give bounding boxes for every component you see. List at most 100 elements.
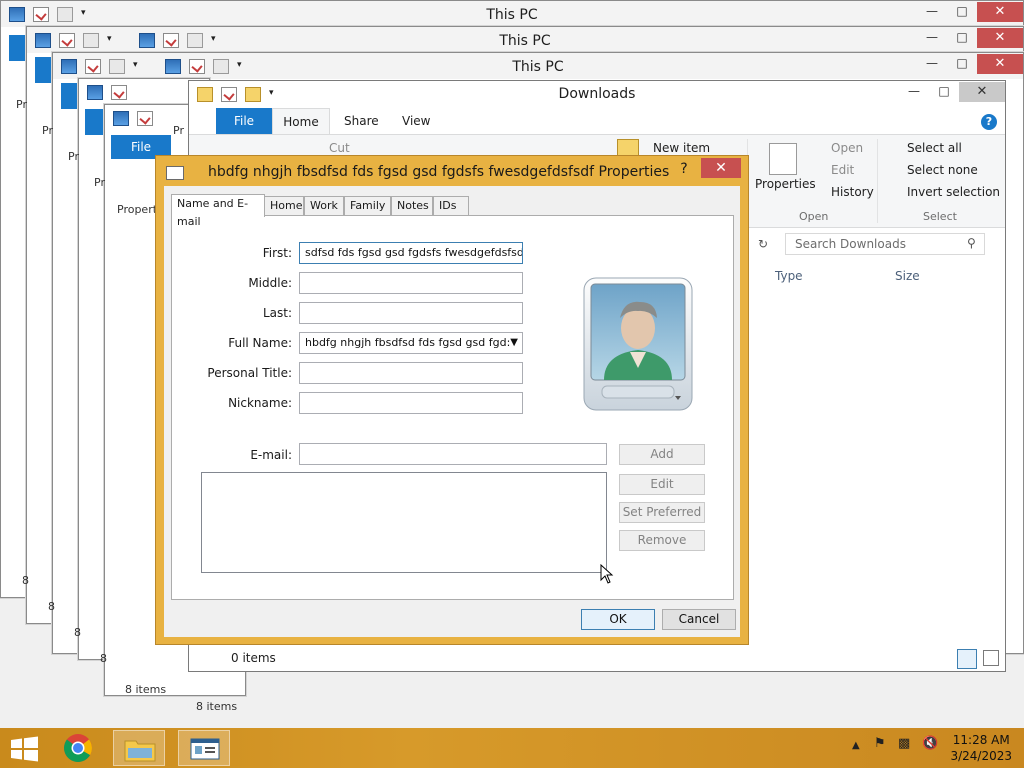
full-name-combobox[interactable]: hbdfg nhgjh fbsdfsd fds fgsd gsd fgd: ▼ bbox=[299, 332, 523, 354]
email-label: E-mail: bbox=[250, 448, 292, 462]
contact-picture-button[interactable] bbox=[582, 276, 694, 412]
close-button[interactable]: ✕ bbox=[977, 2, 1023, 22]
minimize-button[interactable]: — bbox=[917, 53, 947, 73]
name-and-email-panel: First: sdfsd fds fgsd gsd fgdsfs fwesdge… bbox=[171, 215, 734, 600]
quick-access-toolbar bbox=[87, 85, 135, 100]
new-item-button[interactable]: New item bbox=[653, 141, 710, 155]
middle-label: Middle: bbox=[248, 276, 292, 290]
nickname-field[interactable] bbox=[299, 392, 523, 414]
large-icons-view-icon[interactable] bbox=[983, 650, 999, 666]
chevron-down-icon[interactable]: ▼ bbox=[510, 333, 518, 353]
status-items-count: 8 items bbox=[196, 700, 238, 713]
history-button[interactable]: History bbox=[831, 185, 874, 199]
action-center-flag-icon[interactable]: ⚑ bbox=[874, 736, 886, 751]
tab-family[interactable]: Family bbox=[344, 196, 391, 215]
tab-ids[interactable]: IDs bbox=[433, 196, 469, 215]
contact-card-icon bbox=[190, 738, 220, 760]
quick-access-toolbar bbox=[113, 111, 161, 126]
group-label-open: Open bbox=[799, 210, 829, 223]
nickname-label: Nickname: bbox=[228, 396, 292, 410]
close-button[interactable]: ✕ bbox=[701, 158, 741, 178]
taskbar-file-explorer[interactable] bbox=[113, 730, 165, 766]
middle-name-field[interactable] bbox=[299, 272, 523, 294]
status-fragment: 8 bbox=[100, 652, 107, 665]
window-controls: — □ ✕ bbox=[917, 53, 1023, 75]
full-name-label: Full Name: bbox=[228, 336, 292, 350]
ok-button[interactable]: OK bbox=[581, 609, 655, 630]
taskbar-chrome[interactable] bbox=[52, 730, 104, 766]
maximize-button[interactable]: □ bbox=[947, 53, 977, 73]
help-icon[interactable]: ? bbox=[981, 114, 997, 130]
ribbon-tabs: File Home Share View ? bbox=[216, 106, 1005, 136]
edit-button[interactable]: Edit bbox=[619, 474, 705, 495]
window-title: This PC bbox=[512, 59, 564, 75]
taskbar-contacts[interactable] bbox=[178, 730, 230, 766]
network-icon[interactable]: ▩ bbox=[898, 736, 910, 751]
volume-muted-icon[interactable]: 🔇 bbox=[922, 736, 938, 751]
tab-view[interactable]: View bbox=[402, 114, 430, 128]
titlebar: ▾ ▾ This PC — □ ✕ bbox=[27, 27, 1023, 53]
status-fragment: 8 bbox=[74, 626, 81, 639]
show-hidden-icons-button[interactable]: ▲ bbox=[852, 740, 860, 751]
details-view-icon[interactable] bbox=[957, 649, 977, 669]
email-list[interactable] bbox=[201, 472, 607, 573]
first-label: First: bbox=[262, 246, 292, 260]
column-header-type[interactable]: Type bbox=[775, 269, 803, 283]
tab-home[interactable]: Home bbox=[264, 196, 304, 215]
minimize-button[interactable]: — bbox=[899, 81, 929, 101]
clock[interactable]: 11:28 AM 3/24/2023 bbox=[950, 732, 1012, 764]
tab-home[interactable]: Home bbox=[272, 108, 330, 136]
this-pc-icon bbox=[87, 85, 103, 100]
clock-time: 11:28 AM bbox=[952, 733, 1010, 747]
group-label-select: Select bbox=[923, 210, 957, 223]
maximize-button[interactable]: □ bbox=[929, 81, 959, 101]
edit-button[interactable]: Edit bbox=[831, 163, 854, 177]
select-all-button[interactable]: Select all bbox=[907, 141, 962, 155]
search-input[interactable]: Search Downloads bbox=[785, 233, 985, 255]
window-controls: — □ ✕ bbox=[899, 81, 1005, 103]
ribbon-label-fragment: Pr bbox=[94, 176, 105, 189]
personal-title-field[interactable] bbox=[299, 362, 523, 384]
cancel-button[interactable]: Cancel bbox=[662, 609, 736, 630]
tab-work[interactable]: Work bbox=[304, 196, 344, 215]
select-none-button[interactable]: Select none bbox=[907, 163, 978, 177]
help-button[interactable]: ? bbox=[670, 159, 698, 179]
this-pc-icon bbox=[113, 111, 129, 126]
cut-button[interactable]: Cut bbox=[329, 141, 350, 155]
invert-selection-button[interactable]: Invert selection bbox=[907, 185, 1000, 199]
minimize-button[interactable]: — bbox=[917, 27, 947, 47]
close-button[interactable]: ✕ bbox=[977, 54, 1023, 74]
ribbon-label-fragment: Pr bbox=[68, 150, 79, 163]
properties-icon[interactable] bbox=[111, 85, 127, 100]
add-button[interactable]: Add bbox=[619, 444, 705, 465]
properties-button[interactable]: Properties bbox=[755, 177, 816, 191]
last-name-field[interactable] bbox=[299, 302, 523, 324]
refresh-icon[interactable]: ↻ bbox=[751, 233, 775, 255]
close-button[interactable]: ✕ bbox=[977, 28, 1023, 48]
tab-notes[interactable]: Notes bbox=[391, 196, 433, 215]
close-button[interactable]: ✕ bbox=[959, 82, 1005, 102]
start-button[interactable] bbox=[0, 730, 48, 766]
ribbon-label-fragment: Pr bbox=[42, 124, 53, 137]
tab-name-and-email[interactable]: Name and E-mail bbox=[171, 194, 265, 228]
ribbon-label-fragment: Propert bbox=[117, 203, 158, 216]
status-items-count: 8 items bbox=[125, 683, 167, 696]
remove-button[interactable]: Remove bbox=[619, 530, 705, 551]
status-items-count: 0 items bbox=[231, 651, 276, 665]
tab-share[interactable]: Share bbox=[344, 114, 379, 128]
maximize-button[interactable]: □ bbox=[947, 1, 977, 21]
email-field[interactable] bbox=[299, 443, 607, 465]
window-title: This PC bbox=[486, 7, 538, 23]
tab-file[interactable]: File bbox=[216, 108, 272, 134]
search-icon[interactable]: ⚲ bbox=[967, 236, 976, 250]
maximize-button[interactable]: □ bbox=[947, 27, 977, 47]
file-explorer-icon bbox=[124, 740, 156, 762]
open-button[interactable]: Open bbox=[831, 141, 863, 155]
minimize-button[interactable]: — bbox=[917, 1, 947, 21]
first-name-field[interactable]: sdfsd fds fgsd gsd fgdsfs fwesdgefdsfsdf bbox=[299, 242, 523, 264]
status-fragment: 8 bbox=[48, 600, 55, 613]
properties-icon[interactable] bbox=[137, 111, 153, 126]
set-preferred-button[interactable]: Set Preferred bbox=[619, 502, 705, 523]
column-header-size[interactable]: Size bbox=[895, 269, 920, 283]
full-name-value: hbdfg nhgjh fbsdfsd fds fgsd gsd fgd: bbox=[305, 336, 511, 349]
